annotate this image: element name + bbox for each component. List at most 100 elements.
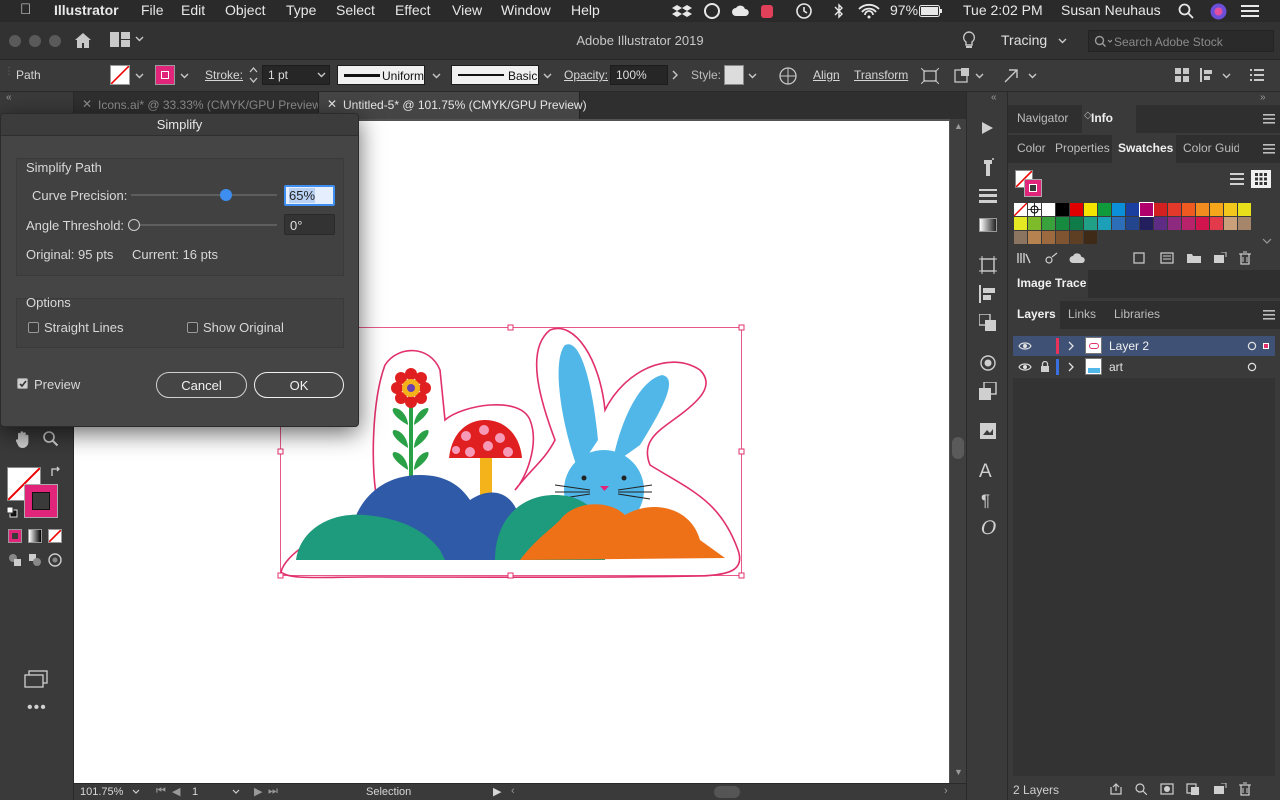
swatch[interactable]	[1224, 217, 1237, 230]
chevron-down-icon[interactable]	[135, 36, 144, 42]
draw-normal-icon[interactable]	[8, 553, 22, 567]
close-window-button[interactable]	[9, 35, 21, 47]
chevron-down-icon[interactable]	[132, 788, 140, 796]
show-original-label[interactable]: Show Original	[203, 320, 284, 335]
opacity-field[interactable]: 100%	[610, 65, 668, 85]
swatch[interactable]	[1238, 203, 1251, 216]
screen-mode-icon[interactable]	[24, 670, 48, 688]
tab-links[interactable]: Links	[1068, 307, 1096, 321]
chevron-right-icon[interactable]	[1068, 341, 1075, 351]
hand-tool-icon[interactable]	[14, 430, 32, 448]
chevron-down-icon[interactable]	[135, 73, 144, 79]
close-tab-icon[interactable]: ✕	[82, 97, 92, 111]
swatch[interactable]	[1154, 217, 1167, 230]
default-fill-stroke-icon[interactable]	[6, 506, 18, 518]
artboard-number[interactable]: 1	[192, 786, 198, 798]
straight-lines-checkbox[interactable]	[28, 322, 39, 333]
swatch[interactable]	[1098, 203, 1111, 216]
chevron-down-icon[interactable]	[748, 73, 757, 79]
spotlight-search-icon[interactable]	[1178, 3, 1194, 19]
pathfinder-icon[interactable]	[979, 314, 997, 332]
collapse-panel-icon[interactable]: »	[1260, 92, 1266, 103]
last-artboard-icon[interactable]: ⏭	[268, 785, 278, 798]
trash-icon[interactable]	[1239, 782, 1251, 796]
swatch[interactable]	[1182, 217, 1195, 230]
appearance-icon[interactable]	[979, 354, 997, 372]
chevron-down-icon[interactable]	[1222, 73, 1231, 79]
swap-fill-stroke-icon[interactable]	[50, 466, 62, 478]
panel-menu-icon[interactable]	[1263, 144, 1275, 154]
panel-menu-icon[interactable]	[1263, 310, 1275, 320]
layer-name[interactable]: art	[1109, 360, 1123, 374]
brush-definition[interactable]: Basic	[451, 65, 539, 85]
chevron-down-icon[interactable]	[1262, 238, 1272, 244]
swatch[interactable]	[1126, 217, 1139, 230]
straight-lines-label[interactable]: Straight Lines	[44, 320, 124, 335]
siri-icon[interactable]	[1210, 3, 1227, 20]
swatch[interactable]	[1042, 217, 1055, 230]
chevron-down-icon[interactable]	[232, 788, 240, 796]
arrange-documents-icon[interactable]	[110, 32, 130, 47]
opacity-label[interactable]: Opacity:	[564, 68, 608, 82]
angle-threshold-slider[interactable]	[128, 219, 140, 231]
swatch-stroke-indicator[interactable]	[1024, 179, 1042, 197]
swatch[interactable]	[1084, 203, 1097, 216]
swatch[interactable]	[1238, 217, 1251, 230]
swatch[interactable]	[1056, 217, 1069, 230]
brushes-icon[interactable]	[979, 189, 997, 203]
edit-toolbar-icon[interactable]: •••	[27, 699, 47, 717]
zoom-tool-icon[interactable]	[42, 430, 60, 448]
chevron-right-icon[interactable]	[1068, 362, 1075, 372]
previous-artboard-icon[interactable]: ◀	[172, 785, 180, 798]
swatch-registration[interactable]	[1028, 203, 1041, 216]
vertical-scrollbar[interactable]: ▲ ▼	[950, 119, 966, 783]
align-link[interactable]: Align	[813, 68, 840, 82]
transparency-icon[interactable]	[979, 382, 997, 400]
show-kinds-icon[interactable]	[1045, 252, 1059, 264]
next-artboard-icon[interactable]: ▶	[254, 785, 262, 798]
swatch[interactable]	[1196, 217, 1209, 230]
upload-cloud-icon[interactable]	[732, 3, 752, 19]
swatch[interactable]	[1070, 203, 1083, 216]
new-sublayer-icon[interactable]	[1186, 783, 1200, 795]
lock-icon[interactable]	[1040, 361, 1050, 373]
draw-inside-icon[interactable]	[48, 553, 62, 567]
swatch[interactable]	[1140, 217, 1153, 230]
swatch-options-icon[interactable]	[1133, 252, 1147, 264]
zoom-window-button[interactable]	[49, 35, 61, 47]
curve-precision-track[interactable]	[131, 194, 277, 196]
distribute-icon[interactable]	[1200, 68, 1218, 82]
swatch[interactable]	[1182, 203, 1195, 216]
apple-icon[interactable]: 	[20, 1, 31, 18]
battery-icon[interactable]	[919, 5, 943, 17]
zoom-level[interactable]: 101.75%	[80, 786, 123, 798]
folder-icon[interactable]	[1186, 252, 1202, 264]
layer-name[interactable]: Layer 2	[1109, 339, 1149, 353]
character-icon[interactable]: A	[979, 461, 992, 483]
trash-icon[interactable]	[1239, 251, 1251, 265]
symbols-sprayer-icon[interactable]	[979, 158, 997, 176]
chevron-right-icon[interactable]	[672, 70, 679, 80]
opentype-icon[interactable]: O	[981, 517, 997, 539]
swatch[interactable]	[1070, 231, 1083, 244]
tab-color[interactable]: Color	[1017, 141, 1046, 155]
panel-menu-icon[interactable]	[1250, 69, 1264, 81]
chevron-down-icon[interactable]	[543, 73, 552, 79]
artboards-icon[interactable]	[979, 256, 997, 274]
panel-menu-icon[interactable]	[1263, 114, 1275, 124]
stroke-label[interactable]: Stroke:	[205, 68, 243, 82]
tab-libraries[interactable]: Libraries	[1114, 307, 1160, 321]
scroll-up-icon[interactable]: ▲	[954, 121, 963, 131]
menu-edit[interactable]: Edit	[181, 2, 205, 18]
graphic-style-swatch[interactable]	[724, 65, 744, 85]
menu-type[interactable]: Type	[286, 2, 316, 18]
gradient-mode-icon[interactable]	[28, 529, 42, 543]
swatch[interactable]	[1042, 231, 1055, 244]
ok-button[interactable]: OK	[254, 372, 344, 398]
swatch[interactable]	[1154, 203, 1167, 216]
grid-view-icon[interactable]	[1251, 170, 1271, 188]
swatch[interactable]	[1056, 231, 1069, 244]
swatch[interactable]	[1112, 203, 1125, 216]
scroll-down-icon[interactable]: ▼	[954, 767, 963, 777]
chevron-down-icon[interactable]	[1058, 38, 1067, 44]
